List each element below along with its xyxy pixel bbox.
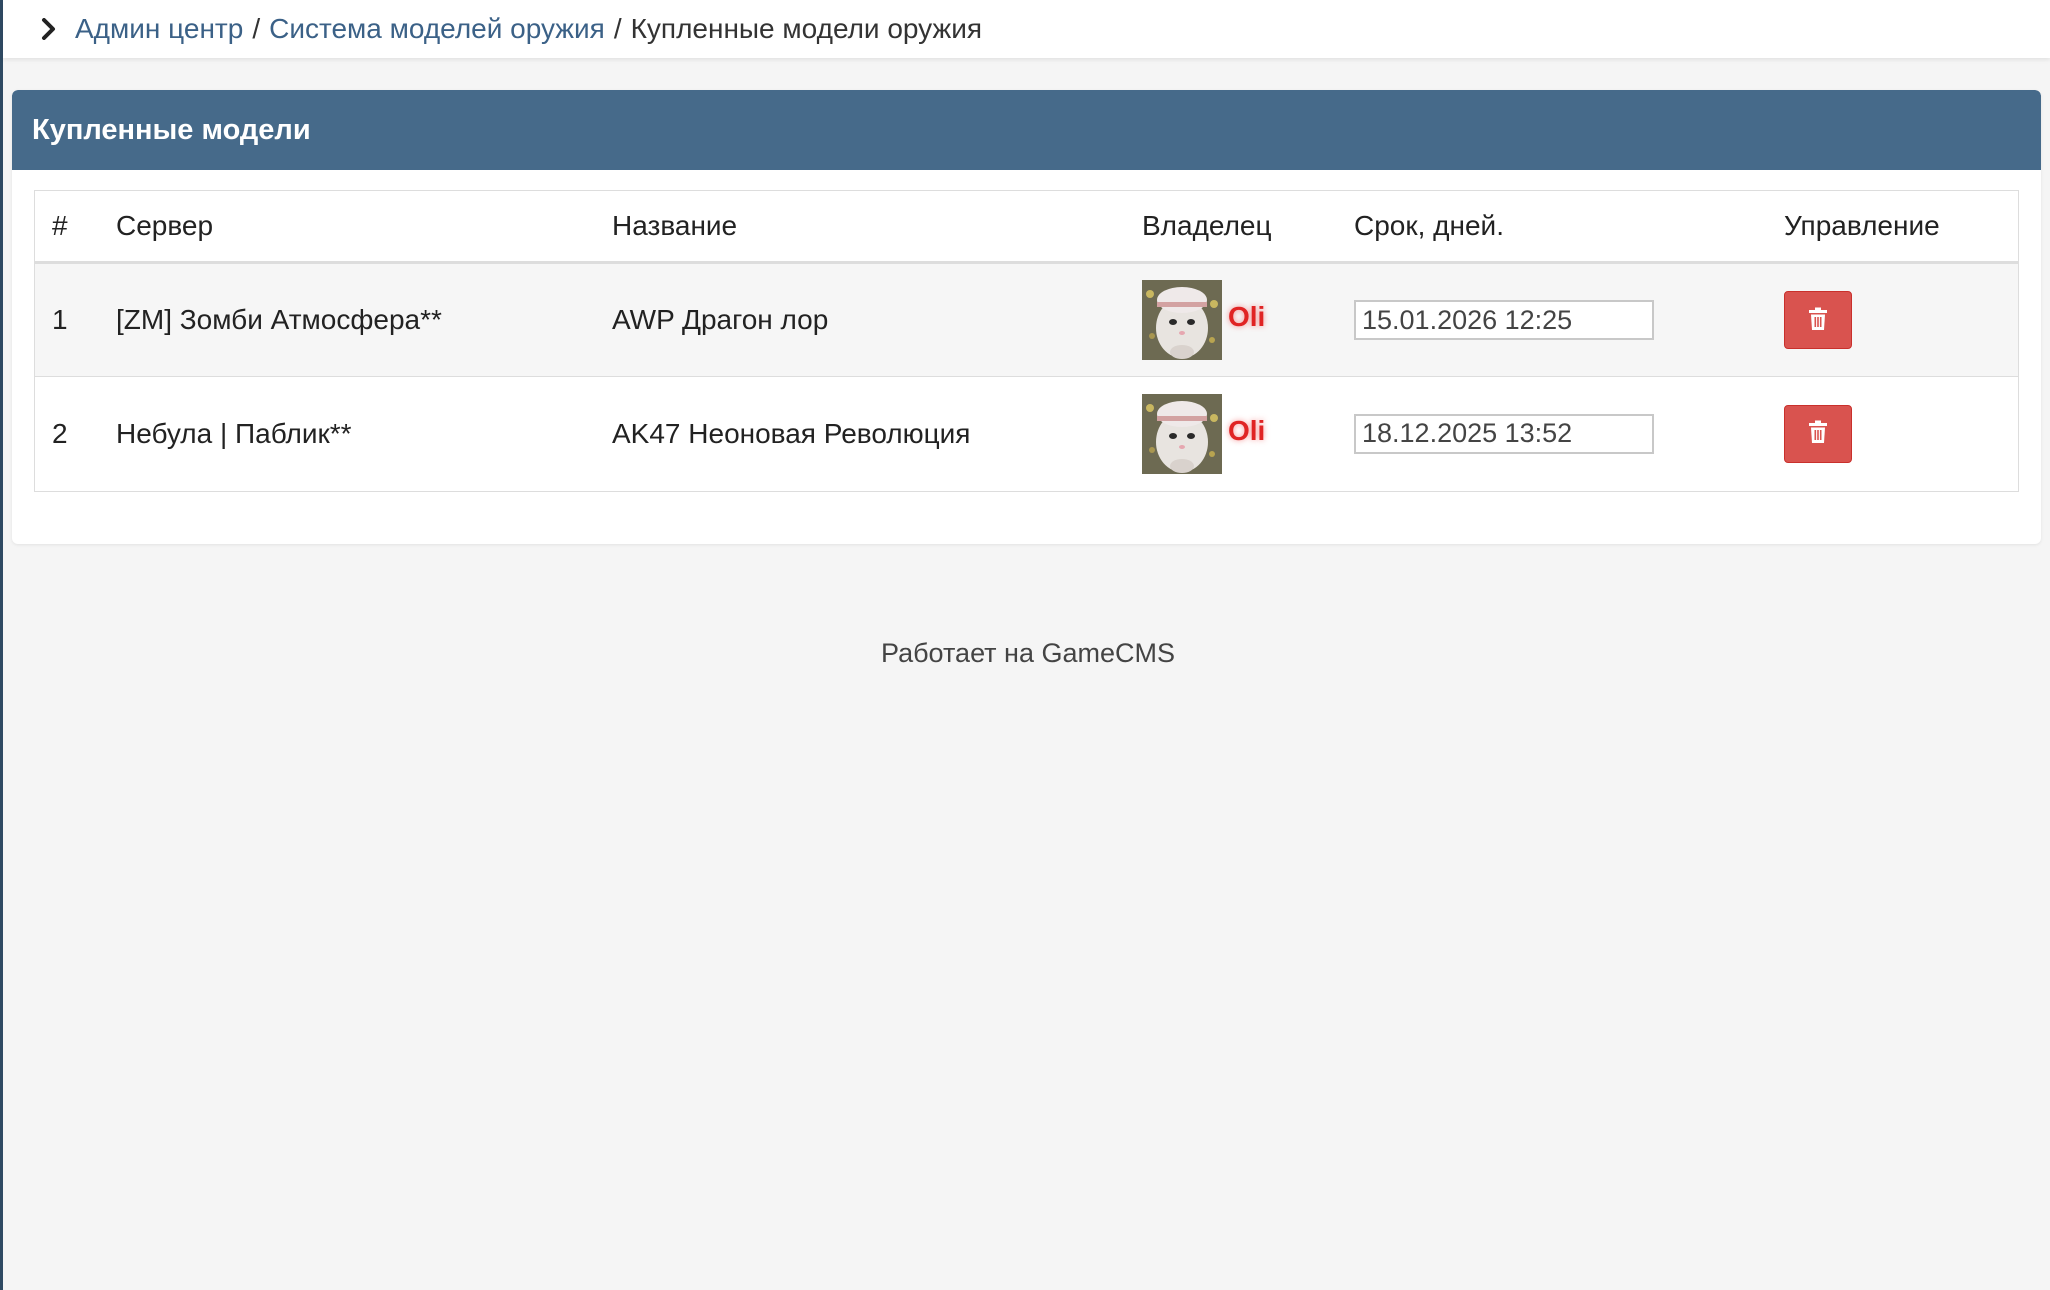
column-header-number: # bbox=[35, 191, 116, 264]
breadcrumb-separator: / bbox=[252, 13, 261, 44]
table-row: 2 Небула | Паблик** AK47 Неоновая Револю… bbox=[35, 376, 2018, 491]
avatar[interactable] bbox=[1142, 280, 1222, 360]
row-number: 2 bbox=[35, 376, 116, 491]
models-table: # Сервер Название Владелец Срок, дней. У… bbox=[35, 191, 2018, 491]
table-header-row: # Сервер Название Владелец Срок, дней. У… bbox=[35, 191, 2018, 264]
column-header-owner: Владелец bbox=[1142, 191, 1354, 264]
term-date-input[interactable] bbox=[1354, 413, 1654, 454]
owner-name[interactable]: Oli bbox=[1228, 301, 1265, 333]
column-header-name: Название bbox=[612, 191, 1142, 264]
column-header-term: Срок, дней. bbox=[1354, 191, 1784, 264]
panel-title: Купленные модели bbox=[12, 90, 2041, 170]
breadcrumb-link-admin-center[interactable]: Админ центр bbox=[75, 13, 243, 45]
delete-button[interactable] bbox=[1784, 404, 1852, 463]
purchased-models-panel: Купленные модели # Сервер Название Владе… bbox=[12, 90, 2041, 544]
trash-icon bbox=[1808, 420, 1828, 447]
row-server: Небула | Паблик** bbox=[116, 376, 612, 491]
column-header-actions: Управление bbox=[1784, 191, 2018, 264]
table-row: 1 [ZM] Зомби Атмосфера** AWP Драгон лор bbox=[35, 262, 2018, 377]
row-server: [ZM] Зомби Атмосфера** bbox=[116, 304, 442, 335]
avatar[interactable] bbox=[1142, 393, 1222, 474]
owner-cell[interactable]: Oli bbox=[1142, 280, 1354, 360]
breadcrumb-link-weapon-models[interactable]: Система моделей оружия bbox=[269, 13, 605, 45]
footer-text: Работает на GameCMS bbox=[880, 638, 1176, 668]
breadcrumb: Админ центр / Система моделей оружия / К… bbox=[3, 0, 2050, 58]
owner-cell[interactable]: Oli bbox=[1142, 393, 1354, 474]
breadcrumb-separator: / bbox=[613, 13, 622, 44]
row-model-name: AK47 Неоновая Революция bbox=[612, 376, 1142, 491]
models-table-container: # Сервер Название Владелец Срок, дней. У… bbox=[34, 190, 2019, 492]
row-model-name: AWP Драгон лор bbox=[612, 304, 829, 335]
chevron-right-icon[interactable] bbox=[37, 17, 61, 41]
trash-icon bbox=[1808, 307, 1828, 334]
delete-button[interactable] bbox=[1784, 291, 1852, 349]
row-number: 1 bbox=[52, 304, 68, 335]
column-header-server: Сервер bbox=[116, 191, 612, 264]
breadcrumb-current: Купленные модели оружия bbox=[630, 13, 983, 44]
term-date-input[interactable] bbox=[1354, 300, 1654, 340]
owner-name[interactable]: Oli bbox=[1228, 415, 1265, 447]
